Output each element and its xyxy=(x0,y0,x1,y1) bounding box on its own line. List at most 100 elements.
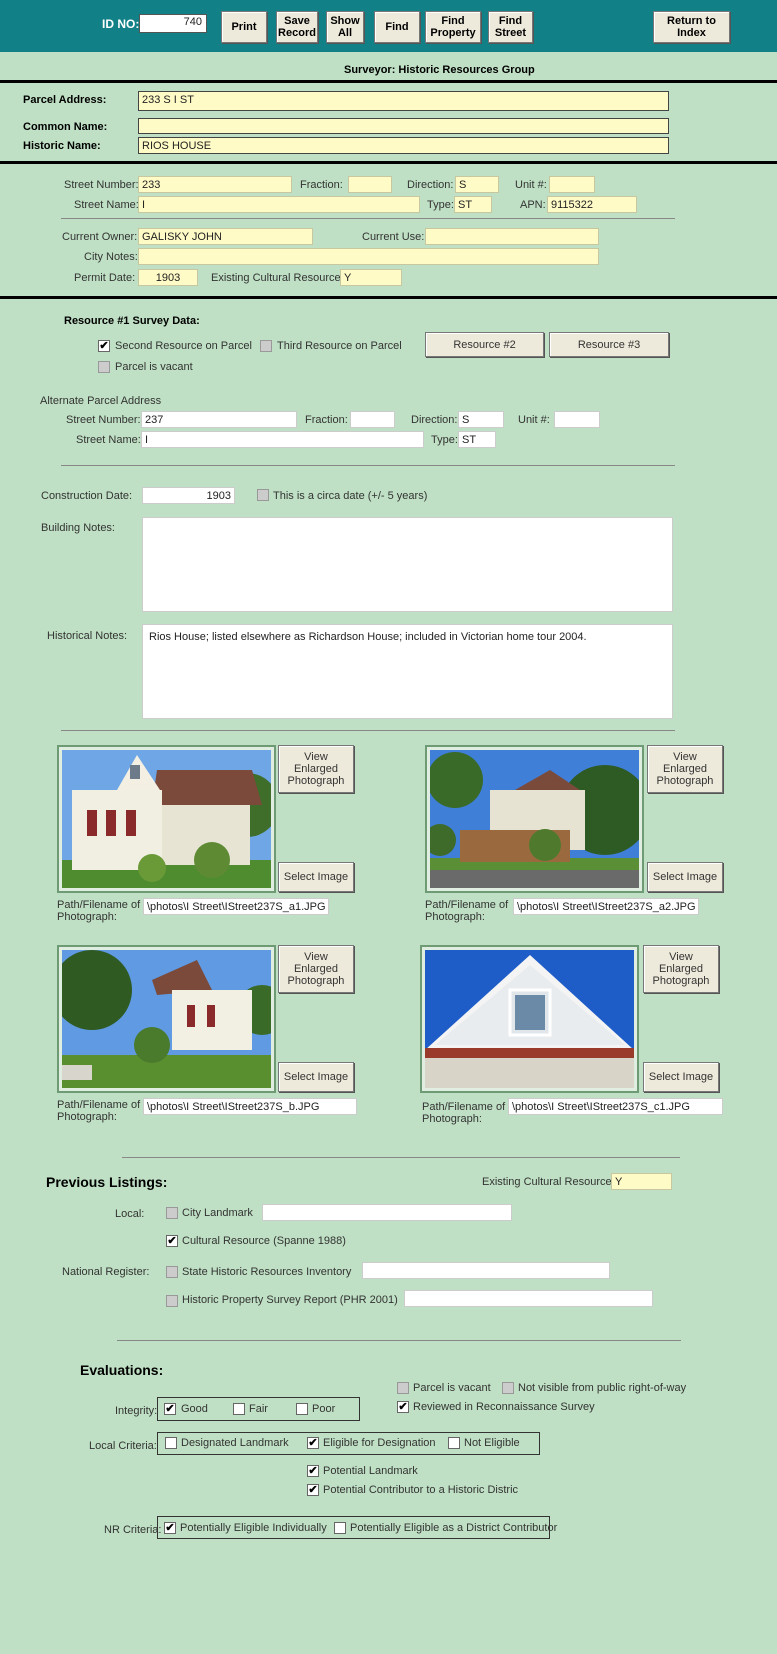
street-name-field[interactable]: I xyxy=(138,196,420,213)
alt-direction-label: Direction: xyxy=(411,414,458,426)
street-number-label: Street Number: xyxy=(64,179,139,191)
existing-cultural-resource-field[interactable]: Y xyxy=(340,269,402,286)
city-landmark-checkbox[interactable] xyxy=(166,1207,178,1219)
integrity-poor-checkbox[interactable] xyxy=(296,1403,308,1415)
not-visible-label: Not visible from public right-of-way xyxy=(518,1382,687,1394)
path-field-2[interactable]: \photos\I Street\IStreet237S_a2.JPG xyxy=(513,898,699,915)
return-to-index-button[interactable]: Return to Index xyxy=(653,11,730,43)
construction-date-field[interactable]: 1903 xyxy=(142,487,235,504)
print-button[interactable]: Print xyxy=(221,11,267,43)
integrity-good-checkbox[interactable]: ✔ xyxy=(164,1403,176,1415)
alt-direction-field[interactable]: S xyxy=(458,411,504,428)
potential-landmark-checkbox[interactable]: ✔ xyxy=(307,1465,319,1477)
select-image-1-button[interactable]: Select Image xyxy=(278,862,354,892)
view-enlarged-photo-4-button[interactable]: View Enlarged Photograph xyxy=(643,945,719,993)
building-notes-field[interactable] xyxy=(142,517,673,612)
path-label-1: Path/Filename of Photograph: xyxy=(57,899,141,923)
select-image-2-button[interactable]: Select Image xyxy=(647,862,723,892)
state-inventory-label: State Historic Resources Inventory xyxy=(182,1266,352,1278)
listings-ecr-field[interactable]: Y xyxy=(611,1173,672,1190)
state-inventory-field[interactable] xyxy=(362,1262,610,1279)
photo-1[interactable] xyxy=(57,745,276,893)
view-enlarged-photo-1-button[interactable]: View Enlarged Photograph xyxy=(278,745,354,793)
common-name-field[interactable] xyxy=(138,118,669,134)
find-button[interactable]: Find xyxy=(374,11,420,43)
third-resource-label: Third Resource on Parcel xyxy=(277,340,402,352)
integrity-poor-label: Poor xyxy=(312,1403,336,1415)
city-landmark-field[interactable] xyxy=(262,1204,512,1221)
fraction-field[interactable] xyxy=(348,176,392,193)
path-field-1[interactable]: \photos\I Street\IStreet237S_a1.JPG xyxy=(143,898,329,915)
second-resource-label: Second Resource on Parcel xyxy=(115,340,252,352)
resource-title: Resource #1 Survey Data: xyxy=(64,315,200,327)
current-use-field[interactable] xyxy=(425,228,599,245)
unit-label: Unit #: xyxy=(515,179,547,191)
parcel-vacant-checkbox[interactable] xyxy=(98,361,110,373)
permit-date-field[interactable]: 1903 xyxy=(138,269,198,286)
eligible-individually-checkbox[interactable]: ✔ xyxy=(164,1522,176,1534)
designated-landmark-checkbox[interactable] xyxy=(165,1437,177,1449)
view-enlarged-photo-2-button[interactable]: View Enlarged Photograph xyxy=(647,745,723,793)
type-field[interactable]: ST xyxy=(454,196,492,213)
select-image-4-button[interactable]: Select Image xyxy=(643,1062,719,1092)
phr-field[interactable] xyxy=(404,1290,653,1307)
integrity-fair-checkbox[interactable] xyxy=(233,1403,245,1415)
id-input[interactable]: 740 xyxy=(139,14,207,33)
circa-date-label: This is a circa date (+/- 5 years) xyxy=(273,490,428,502)
eval-parcel-vacant-checkbox[interactable] xyxy=(397,1382,409,1394)
evaluations-title: Evaluations: xyxy=(80,1362,164,1378)
alt-unit-field[interactable] xyxy=(554,411,600,428)
photo-4[interactable] xyxy=(420,945,639,1093)
alt-type-field[interactable]: ST xyxy=(458,431,496,448)
path-field-3[interactable]: \photos\I Street\IStreet237S_b.JPG xyxy=(143,1098,357,1115)
apn-field[interactable]: 9115322 xyxy=(547,196,637,213)
parcel-address-field[interactable]: 233 S I ST xyxy=(138,91,669,111)
historical-notes-field[interactable]: Rios House; listed elsewhere as Richards… xyxy=(142,624,673,719)
current-owner-field[interactable]: GALISKY JOHN xyxy=(138,228,313,245)
circa-date-checkbox[interactable] xyxy=(257,489,269,501)
alt-street-number-field[interactable]: 237 xyxy=(141,411,297,428)
phr-checkbox[interactable] xyxy=(166,1295,178,1307)
alt-street-name-field[interactable]: I xyxy=(141,431,424,448)
select-image-3-button[interactable]: Select Image xyxy=(278,1062,354,1092)
reviewed-checkbox[interactable]: ✔ xyxy=(397,1401,409,1413)
resource-2-button[interactable]: Resource #2 xyxy=(425,332,544,357)
fraction-label: Fraction: xyxy=(300,179,343,191)
path-field-4[interactable]: \photos\I Street\IStreet237S_c1.JPG xyxy=(508,1098,723,1115)
resource-3-button[interactable]: Resource #3 xyxy=(549,332,669,357)
direction-field[interactable]: S xyxy=(455,176,499,193)
save-record-button[interactable]: Save Record xyxy=(276,11,318,43)
historic-name-field[interactable]: RIOS HOUSE xyxy=(138,137,669,154)
divider xyxy=(117,1340,681,1341)
photo-2[interactable] xyxy=(425,745,644,893)
city-notes-field[interactable] xyxy=(138,248,599,265)
potential-contributor-checkbox[interactable]: ✔ xyxy=(307,1484,319,1496)
alt-fraction-field[interactable] xyxy=(350,411,395,428)
second-resource-checkbox[interactable]: ✔ xyxy=(98,340,110,352)
not-visible-checkbox[interactable] xyxy=(502,1382,514,1394)
path-label-2: Path/Filename of Photograph: xyxy=(425,899,509,923)
show-all-button[interactable]: Show All xyxy=(326,11,364,43)
existing-cultural-resource-label: Existing Cultural Resource: xyxy=(211,272,344,284)
apn-label: APN: xyxy=(520,199,546,211)
reviewed-label: Reviewed in Reconnaissance Survey xyxy=(413,1401,595,1413)
find-street-button[interactable]: Find Street xyxy=(488,11,533,43)
not-eligible-checkbox[interactable] xyxy=(448,1437,460,1449)
alt-street-name-label: Street Name: xyxy=(76,434,141,446)
not-eligible-label: Not Eligible xyxy=(464,1437,520,1449)
find-property-button[interactable]: Find Property xyxy=(425,11,481,43)
street-number-field[interactable]: 233 xyxy=(138,176,292,193)
eval-parcel-vacant-label: Parcel is vacant xyxy=(413,1382,491,1394)
unit-field[interactable] xyxy=(549,176,595,193)
third-resource-checkbox[interactable] xyxy=(260,340,272,352)
alternate-address-title: Alternate Parcel Address xyxy=(40,395,162,407)
eligible-designation-checkbox[interactable]: ✔ xyxy=(307,1437,319,1449)
state-inventory-checkbox[interactable] xyxy=(166,1266,178,1278)
view-enlarged-photo-3-button[interactable]: View Enlarged Photograph xyxy=(278,945,354,993)
divider xyxy=(0,161,777,164)
photo-3[interactable] xyxy=(57,945,276,1093)
eligible-district-checkbox[interactable] xyxy=(334,1522,346,1534)
type-label: Type: xyxy=(427,199,454,211)
cultural-resource-checkbox[interactable]: ✔ xyxy=(166,1235,178,1247)
local-criteria-label: Local Criteria: xyxy=(89,1440,157,1452)
